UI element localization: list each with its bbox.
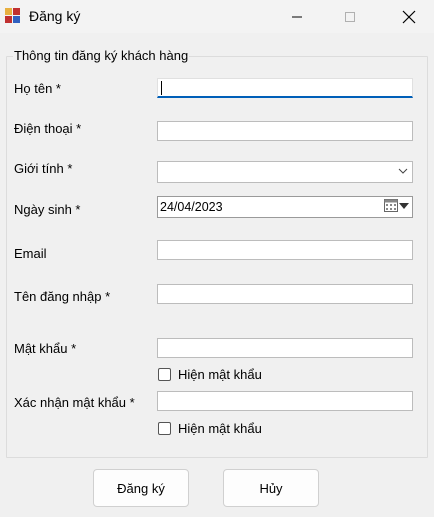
group-title: Thông tin đăng ký khách hàng (13, 48, 190, 63)
gender-select[interactable] (157, 161, 413, 183)
show-confirm-password-option[interactable]: Hiện mật khẩu (158, 421, 262, 436)
minimize-icon (292, 16, 302, 17)
password-input[interactable] (157, 338, 413, 358)
confirm-password-label: Xác nhận mật khẩu * (14, 395, 135, 410)
maximize-icon (345, 11, 355, 22)
email-label: Email (14, 246, 47, 261)
show-confirm-password-checkbox[interactable] (158, 422, 171, 435)
show-password-checkbox[interactable] (158, 368, 171, 381)
full-name-label: Họ tên * (14, 81, 61, 96)
maximize-button (327, 0, 373, 33)
birth-date-picker[interactable]: 24/04/2023 (157, 196, 413, 218)
cancel-button[interactable]: Hủy (223, 469, 319, 507)
confirm-password-input[interactable] (157, 391, 413, 411)
show-password-option[interactable]: Hiện mật khẩu (158, 367, 262, 382)
birth-date-label: Ngày sinh * (14, 202, 81, 217)
app-icon (5, 8, 20, 23)
birth-date-value: 24/04/2023 (160, 200, 223, 214)
show-password-label: Hiện mật khẩu (178, 367, 262, 382)
gender-label: Giới tính * (14, 161, 73, 176)
close-icon (402, 10, 416, 23)
window-title: Đăng ký (29, 8, 81, 24)
full-name-input[interactable] (157, 78, 413, 98)
title-bar[interactable]: Đăng ký (0, 0, 434, 33)
text-caret (161, 81, 162, 95)
email-input[interactable] (157, 240, 413, 260)
chevron-down-icon (398, 168, 408, 174)
username-label: Tên đăng nhập * (14, 289, 111, 304)
calendar-icon (384, 199, 398, 212)
minimize-button[interactable] (274, 0, 320, 33)
show-confirm-password-label: Hiện mật khẩu (178, 421, 262, 436)
phone-label: Điện thoại * (14, 121, 82, 136)
password-label: Mật khẩu * (14, 341, 77, 356)
dropdown-arrow-icon (399, 202, 409, 209)
register-button[interactable]: Đăng ký (93, 469, 189, 507)
calendar-button[interactable] (384, 199, 409, 212)
close-button[interactable] (386, 0, 432, 33)
phone-input[interactable] (157, 121, 413, 141)
username-input[interactable] (157, 284, 413, 304)
